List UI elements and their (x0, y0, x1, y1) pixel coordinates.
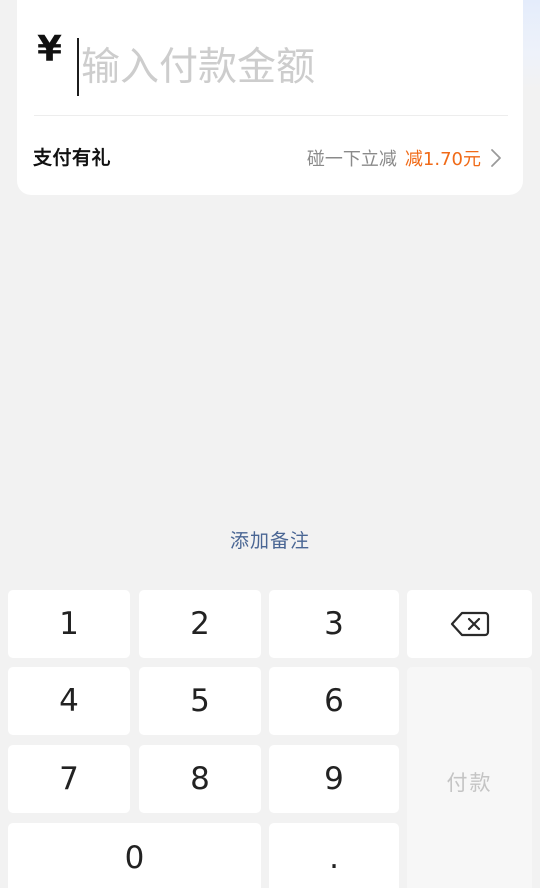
amount-row[interactable]: ¥ (17, 0, 523, 96)
amount-input[interactable] (81, 40, 501, 94)
key-4[interactable]: 4 (8, 667, 130, 735)
key-8[interactable]: 8 (139, 745, 261, 813)
promo-hint: 碰一下立减 (306, 149, 397, 170)
chevron-right-icon (491, 149, 501, 167)
key-3[interactable]: 3 (269, 590, 399, 658)
promo-discount: 减1.70元 (404, 149, 481, 170)
key-decimal-point[interactable]: . (269, 823, 399, 888)
currency-symbol: ¥ (37, 29, 63, 70)
text-cursor (77, 38, 79, 96)
add-remark-link[interactable]: 添加备注 (0, 526, 540, 553)
key-0[interactable]: 0 (8, 823, 261, 888)
key-9[interactable]: 9 (269, 745, 399, 813)
key-7[interactable]: 7 (8, 745, 130, 813)
key-2[interactable]: 2 (139, 590, 261, 658)
key-6[interactable]: 6 (269, 667, 399, 735)
promo-row[interactable]: 支付有礼 碰一下立减 减1.70元 (17, 135, 523, 181)
card-divider (34, 115, 508, 116)
promo-title: 支付有礼 (33, 147, 112, 169)
key-5[interactable]: 5 (139, 667, 261, 735)
amount-card: ¥ 支付有礼 碰一下立减 减1.70元 (17, 0, 523, 195)
promo-detail[interactable]: 碰一下立减 减1.70元 (307, 143, 503, 173)
delete-button[interactable] (407, 590, 532, 658)
payment-screen: ¥ 支付有礼 碰一下立减 减1.70元 添加备注 1 2 3 4 5 6 7 (0, 0, 540, 888)
backspace-icon (450, 611, 489, 637)
pay-button[interactable]: 付款 (407, 667, 532, 888)
key-1[interactable]: 1 (8, 590, 130, 658)
